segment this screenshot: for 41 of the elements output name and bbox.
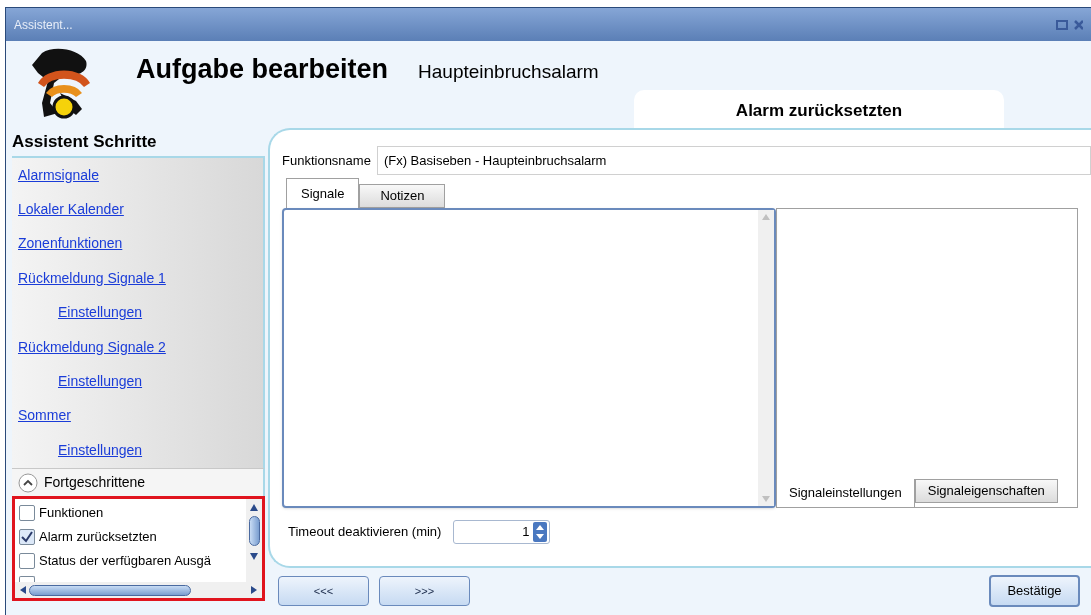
- up-arrow-icon[interactable]: [249, 502, 259, 512]
- vertical-scrollbar[interactable]: [246, 499, 262, 582]
- step-link[interactable]: Zonenfunktionen: [12, 226, 263, 262]
- down-arrow-icon: [761, 495, 771, 503]
- step-link[interactable]: Lokaler Kalender: [12, 192, 263, 227]
- step-link[interactable]: Einstellungen: [12, 364, 263, 399]
- left-arrow-icon[interactable]: [19, 585, 27, 595]
- scroll-thumb[interactable]: [29, 584, 191, 596]
- tab[interactable]: Signale: [286, 178, 360, 208]
- window-title: Assistent...: [14, 16, 74, 34]
- step-link[interactable]: Rückmeldung Signale 1: [12, 261, 263, 296]
- step-link[interactable]: Sommer: [12, 398, 263, 434]
- tab[interactable]: Notizen: [359, 184, 446, 208]
- field-label: Funktionsname: [282, 151, 371, 170]
- tab[interactable]: Signaleigenschaften: [914, 479, 1058, 503]
- step-link[interactable]: Alarmsignale: [12, 158, 263, 193]
- step-link[interactable]: Einstellungen: [12, 433, 263, 468]
- collapse-icon[interactable]: [18, 472, 38, 493]
- field-label: Timeout deaktivieren (min): [288, 523, 442, 542]
- checkbox[interactable]: [19, 505, 35, 521]
- checkbox[interactable]: [19, 553, 35, 569]
- confirm-button[interactable]: Bestätige: [989, 575, 1080, 607]
- horizontal-scrollbar[interactable]: [15, 582, 262, 598]
- task-name: Haupteinbruchsalarm: [418, 60, 599, 84]
- option-label: Funktionen: [39, 504, 104, 523]
- option-label: Alarm zurücksetzten: [39, 528, 157, 547]
- spin-arrows-icon[interactable]: [533, 522, 548, 542]
- option-label: Status der verfügbaren Ausgä: [39, 552, 211, 571]
- right-arrow-icon[interactable]: [250, 585, 258, 595]
- timeout-spinner[interactable]: 1: [453, 520, 551, 544]
- up-arrow-icon: [761, 213, 771, 221]
- next-button[interactable]: >>>: [379, 576, 470, 606]
- step-link[interactable]: Einstellungen: [12, 295, 263, 330]
- function-name-field[interactable]: (Fx) Basiseben - Haupteinbruchsalarm: [376, 146, 1091, 175]
- down-arrow-icon[interactable]: [249, 552, 259, 562]
- scroll-thumb[interactable]: [248, 516, 260, 546]
- back-button[interactable]: <<<: [278, 576, 369, 606]
- page-title: Aufgabe bearbeiten: [136, 53, 389, 86]
- section-label: Fortgeschrittene: [44, 473, 146, 492]
- checkbox[interactable]: [19, 529, 35, 545]
- step-link[interactable]: Rückmeldung Signale 2: [12, 329, 263, 365]
